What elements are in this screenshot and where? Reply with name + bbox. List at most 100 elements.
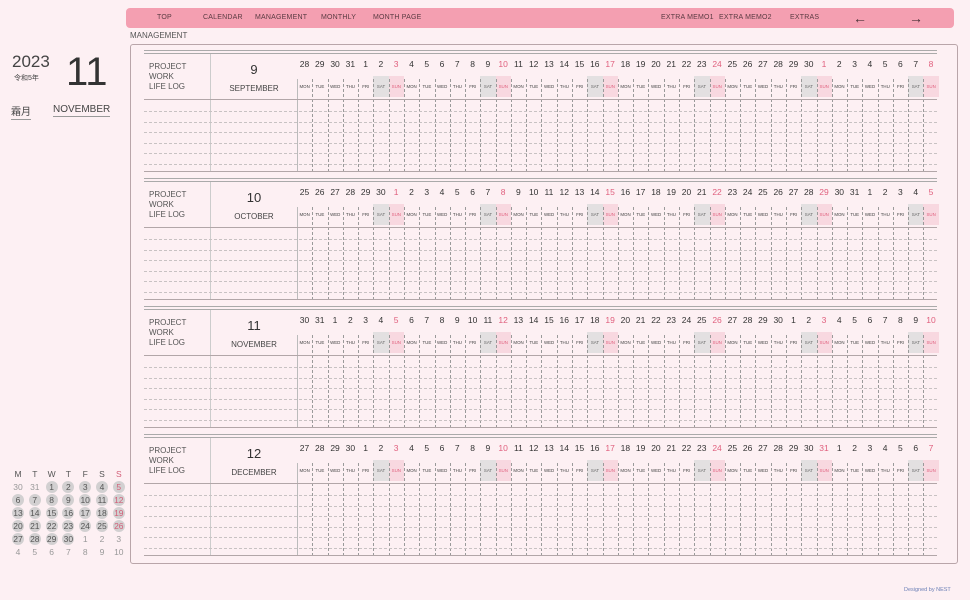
- mini-calendar-day[interactable]: 7: [27, 494, 43, 507]
- mini-calendar-day[interactable]: 5: [111, 481, 127, 494]
- day-gridline: [770, 207, 772, 300]
- mini-calendar-day[interactable]: 10: [111, 546, 127, 559]
- mini-calendar-day[interactable]: 19: [111, 507, 127, 520]
- mini-calendar-day[interactable]: 11: [94, 494, 110, 507]
- mini-calendar-day[interactable]: 17: [77, 507, 93, 520]
- mini-calendar-day[interactable]: 30: [10, 481, 26, 494]
- day-of-week: WED: [437, 468, 448, 473]
- mini-calendar-day[interactable]: 29: [44, 533, 60, 546]
- day-number: 7: [928, 443, 934, 453]
- mini-calendar-day[interactable]: 20: [10, 520, 26, 533]
- day-of-week: WED: [864, 340, 876, 345]
- day-gridline: [847, 207, 849, 300]
- mini-calendar-day[interactable]: 3: [77, 481, 93, 494]
- day-of-week: TUE: [529, 340, 539, 345]
- block-bottom-rule: [144, 171, 937, 172]
- log-row-line: [144, 398, 937, 400]
- block-left-divider: [210, 310, 211, 428]
- mini-calendar-day[interactable]: 2: [94, 533, 110, 546]
- mini-day-number: 5: [32, 547, 38, 557]
- mini-calendar-day[interactable]: 10: [77, 494, 93, 507]
- mini-calendar-day[interactable]: 1: [44, 481, 60, 494]
- day-of-week: TUE: [743, 468, 753, 473]
- day-gridline: [465, 463, 467, 556]
- day-gridline: [495, 335, 497, 428]
- mini-calendar-day[interactable]: 5: [27, 546, 43, 559]
- header-separator: [144, 355, 937, 356]
- nav-item-management[interactable]: MANAGEMENT: [255, 8, 307, 28]
- day-gridline: [327, 463, 329, 556]
- mini-calendar-day[interactable]: 25: [94, 520, 110, 533]
- day-gridline: [633, 207, 635, 300]
- mini-calendar-day[interactable]: 14: [27, 507, 43, 520]
- mini-calendar-day[interactable]: 1: [77, 533, 93, 546]
- mini-calendar-day[interactable]: 26: [111, 520, 127, 533]
- nav-item-extra-memo2[interactable]: EXTRA MEMO2: [719, 8, 772, 28]
- mini-calendar-day[interactable]: 3: [111, 533, 127, 546]
- nav-item-extra-memo1[interactable]: EXTRA MEMO1: [661, 8, 714, 28]
- mini-calendar-day[interactable]: 22: [44, 520, 60, 533]
- mini-calendar-day[interactable]: 23: [60, 520, 76, 533]
- day-of-week: WED: [437, 340, 448, 345]
- block-bottom-rule: [144, 555, 937, 556]
- day-of-week: FRI: [683, 340, 691, 345]
- log-row-line: [144, 409, 937, 410]
- next-arrow-icon[interactable]: →: [909, 8, 923, 28]
- log-row-line: [144, 239, 937, 240]
- mini-calendar-day[interactable]: 16: [60, 507, 76, 520]
- mini-calendar-day[interactable]: 4: [10, 546, 26, 559]
- day-gridline: [877, 335, 879, 428]
- mini-day-number: 2: [99, 534, 105, 544]
- mini-calendar-day[interactable]: 4: [94, 481, 110, 494]
- mini-calendar-day[interactable]: 31: [27, 481, 43, 494]
- mini-calendar-day[interactable]: 13: [10, 507, 26, 520]
- day-gridline: [449, 79, 451, 172]
- mini-calendar-day[interactable]: 6: [44, 546, 60, 559]
- day-of-week: THU: [345, 340, 355, 345]
- day-of-week: TUE: [743, 84, 753, 89]
- mini-weekday-header: S: [115, 469, 122, 479]
- day-of-week: SAT: [911, 84, 920, 89]
- day-of-week: WED: [330, 340, 341, 345]
- day-gridline: [327, 335, 329, 428]
- mini-calendar-day[interactable]: 15: [44, 507, 60, 520]
- mini-calendar-day[interactable]: 21: [27, 520, 43, 533]
- mini-calendar-day[interactable]: 12: [111, 494, 127, 507]
- mini-calendar-day[interactable]: 9: [94, 546, 110, 559]
- day-gridline: [556, 335, 558, 428]
- nav-item-top[interactable]: TOP: [157, 8, 172, 28]
- day-gridline: [510, 207, 512, 300]
- day-of-week: SUN: [926, 84, 936, 89]
- mini-calendar-day[interactable]: 30: [60, 533, 76, 546]
- mini-day-number: 10: [80, 495, 90, 505]
- mini-weekday-header: S: [99, 469, 105, 479]
- day-of-week: FRI: [469, 468, 477, 473]
- mini-calendar-day[interactable]: 28: [27, 533, 43, 546]
- nav-item-month-page[interactable]: MONTH PAGE: [373, 8, 422, 28]
- mini-calendar-day[interactable]: 7: [60, 546, 76, 559]
- day-gridline: [724, 207, 726, 300]
- header-separator: [144, 483, 937, 484]
- nav-item-calendar[interactable]: CALENDAR: [203, 8, 243, 28]
- day-of-week: WED: [650, 340, 662, 345]
- day-gridline: [633, 79, 635, 172]
- mini-day-number: 26: [114, 521, 124, 531]
- nav-item-extras[interactable]: EXTRAS: [790, 8, 819, 28]
- nav-item-monthly[interactable]: MONTHLY: [321, 8, 356, 28]
- mini-day-number: 4: [99, 482, 105, 492]
- day-of-week: THU: [559, 340, 569, 345]
- block-month-name: NOVEMBER: [231, 340, 277, 349]
- mini-calendar-day[interactable]: 6: [10, 494, 26, 507]
- day-of-week: TUE: [743, 212, 753, 217]
- mini-calendar-day[interactable]: 8: [77, 546, 93, 559]
- day-gridline: [740, 79, 742, 172]
- mini-calendar-day[interactable]: 8: [44, 494, 60, 507]
- mini-calendar-day[interactable]: 18: [94, 507, 110, 520]
- day-gridline: [724, 335, 726, 428]
- prev-arrow-icon[interactable]: ←: [853, 8, 867, 28]
- mini-calendar-day[interactable]: 24: [77, 520, 93, 533]
- day-gridline: [541, 335, 543, 428]
- mini-calendar-day[interactable]: 2: [60, 481, 76, 494]
- mini-calendar-day[interactable]: 9: [60, 494, 76, 507]
- mini-calendar-day[interactable]: 27: [10, 533, 26, 546]
